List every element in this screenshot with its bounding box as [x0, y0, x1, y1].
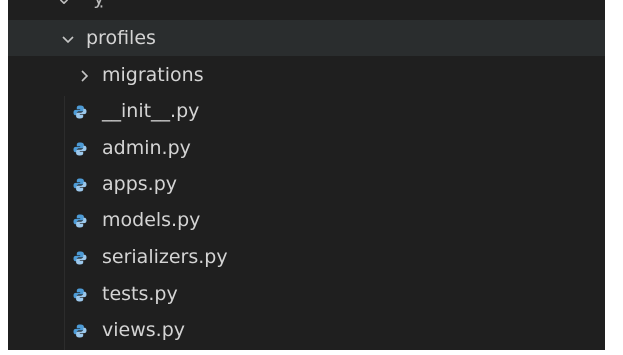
partially-visible-row-label: ⌄ ˈ ỵ — [56, 0, 105, 9]
file-row-models[interactable]: models.py — [8, 202, 605, 238]
folder-label: profiles — [86, 27, 156, 49]
file-row-admin[interactable]: admin.py — [8, 130, 605, 166]
folder-row-migrations[interactable]: migrations — [8, 57, 605, 93]
file-label: apps.py — [102, 173, 178, 195]
python-file-icon — [72, 103, 88, 119]
file-label: serializers.py — [102, 246, 228, 268]
chevron-down-icon[interactable] — [60, 30, 76, 46]
file-label: tests.py — [102, 283, 178, 305]
python-file-icon — [72, 212, 88, 228]
file-row-apps[interactable]: apps.py — [8, 166, 605, 202]
file-label: admin.py — [102, 137, 191, 159]
file-label: __init__.py — [102, 100, 200, 122]
python-file-icon — [72, 286, 88, 302]
chevron-right-icon[interactable] — [76, 67, 92, 83]
file-row-serializers[interactable]: serializers.py — [8, 239, 605, 275]
python-file-icon — [72, 176, 88, 192]
folder-label: migrations — [102, 64, 204, 86]
file-explorer: ⌄ ˈ ỵ profiles migrations __init__.py — [8, 0, 605, 350]
file-row-init[interactable]: __init__.py — [8, 93, 605, 129]
python-file-icon — [72, 322, 88, 338]
python-file-icon — [72, 140, 88, 156]
file-label: models.py — [102, 209, 201, 231]
file-label: views.py — [102, 319, 185, 341]
folder-row-profiles[interactable]: profiles — [8, 20, 605, 56]
partially-visible-row: ⌄ ˈ ỵ — [8, 0, 605, 9]
file-row-views[interactable]: views.py — [8, 312, 605, 348]
python-file-icon — [72, 249, 88, 265]
file-row-tests[interactable]: tests.py — [8, 276, 605, 312]
